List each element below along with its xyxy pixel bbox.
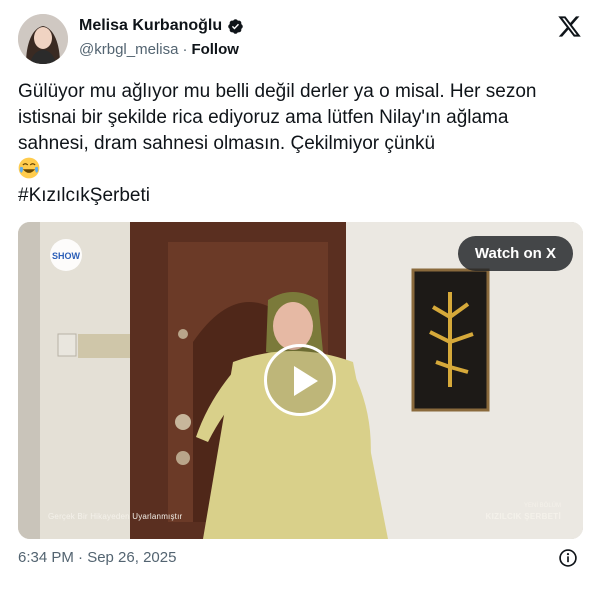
- handle[interactable]: @krbgl_melisa: [79, 41, 178, 58]
- info-icon[interactable]: [558, 548, 578, 568]
- tweet-text: Gülüyor mu ağlıyor mu belli değil derler…: [18, 79, 578, 209]
- video-player[interactable]: SHOW Watch on X Gerçek Bir Hikayeden Uya…: [18, 222, 583, 539]
- tweet-footer: 6:34 PM · Sep 26, 2025: [18, 549, 582, 569]
- separator: ·: [182, 41, 188, 58]
- display-name[interactable]: Melisa Kurbanoğlu: [79, 17, 222, 35]
- joy-emoji-icon: [18, 157, 40, 179]
- video-caption-new-episode: YENİ BÖLÜM: [523, 503, 561, 509]
- follow-button[interactable]: Follow: [191, 41, 239, 58]
- play-icon: [294, 366, 318, 396]
- tweet-body: Gülüyor mu ağlıyor mu belli değil derler…: [18, 81, 542, 154]
- timestamp[interactable]: 6:34 PM · Sep 26, 2025: [18, 549, 176, 566]
- play-button[interactable]: [264, 344, 336, 416]
- video-caption-show-title: KIZILCIK ŞERBETİ: [485, 512, 561, 521]
- watch-on-x-button[interactable]: Watch on X: [457, 236, 573, 271]
- hashtag-link[interactable]: #KızılcıkŞerbeti: [18, 185, 150, 206]
- verified-badge-icon: [228, 18, 243, 34]
- x-logo-icon[interactable]: [557, 14, 582, 39]
- name-row: Melisa Kurbanoğlu: [79, 17, 244, 35]
- handle-row: @krbgl_melisa · Follow: [79, 41, 239, 58]
- avatar[interactable]: [18, 14, 68, 64]
- channel-logo-text: SHOW: [52, 251, 81, 261]
- video-caption-left: Gerçek Bir Hikayeden Uyarlanmıştır: [48, 512, 183, 521]
- tweet-header: Melisa Kurbanoğlu @krbgl_melisa · Follow: [18, 14, 582, 66]
